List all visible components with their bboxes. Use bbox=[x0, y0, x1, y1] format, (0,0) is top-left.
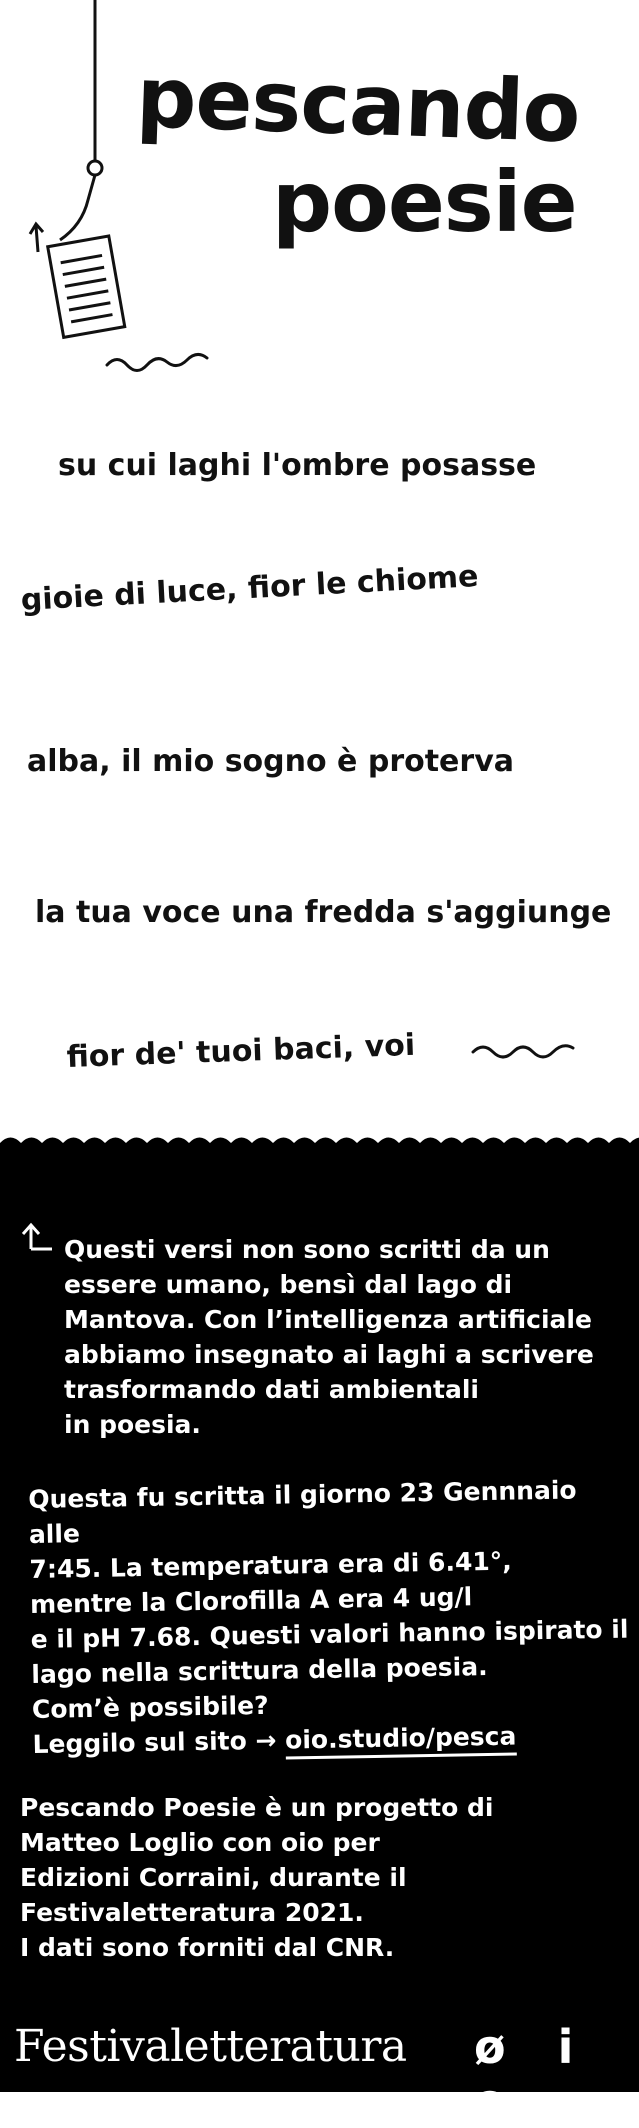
oio-logo: ø i o bbox=[474, 2020, 592, 2128]
poem-line-1: su cui laghi l'ombre posasse bbox=[58, 448, 537, 483]
read-more-prefix: Leggilo sul sito → bbox=[32, 1725, 277, 1759]
poem-line-2: gioie di luce, fior le chiome bbox=[20, 559, 480, 618]
festivaletteratura-logo: Festivaletteratura bbox=[14, 2021, 407, 2072]
credits-line: Festivaletteratura 2021. bbox=[20, 1898, 364, 1927]
website-link[interactable]: oio.studio/pesca bbox=[284, 1721, 517, 1760]
intro-line: in poesia. bbox=[64, 1410, 201, 1439]
data-line: Questa fu scritta il giorno 23 Gennnaio … bbox=[28, 1475, 577, 1549]
corner-up-left-arrow-icon bbox=[21, 1222, 52, 1251]
credits-text: Pescando Poesie è un progetto di Matteo … bbox=[20, 1790, 620, 1965]
intro-line: essere umano, bensì dal lago di bbox=[64, 1270, 513, 1299]
intro-line: trasformando dati ambientali bbox=[64, 1375, 479, 1404]
intro-line: Mantova. Con l’intelligenza artificiale bbox=[64, 1305, 592, 1334]
intro-text: Questi versi non sono scritti da un esse… bbox=[64, 1232, 624, 1442]
wave-icon bbox=[105, 353, 209, 372]
credits-line: Edizioni Corraini, durante il bbox=[20, 1863, 407, 1892]
intro-line: abbiamo insegnato ai laghi a scrivere bbox=[64, 1340, 594, 1369]
title-line-1: pescando bbox=[134, 48, 582, 162]
credits-line: I dati sono forniti dal CNR. bbox=[20, 1933, 395, 1962]
poem-line-3: alba, il mio sogno è proterva bbox=[27, 744, 515, 779]
credits-line: Pescando Poesie è un progetto di bbox=[20, 1793, 494, 1822]
data-text: Questa fu scritta il giorno 23 Gennnaio … bbox=[28, 1472, 633, 1762]
title-line-2: poesie bbox=[272, 153, 578, 251]
wave-icon bbox=[471, 1044, 575, 1059]
credits-line: Matteo Loglio con oio per bbox=[20, 1828, 380, 1857]
poem-line-5: fior de' tuoi baci, voi bbox=[66, 1027, 416, 1075]
poem-line-4: la tua voce una fredda s'aggiunge bbox=[35, 895, 612, 930]
intro-line: Questi versi non sono scritti da un bbox=[64, 1235, 550, 1264]
fishing-hook-icon bbox=[28, 0, 127, 340]
